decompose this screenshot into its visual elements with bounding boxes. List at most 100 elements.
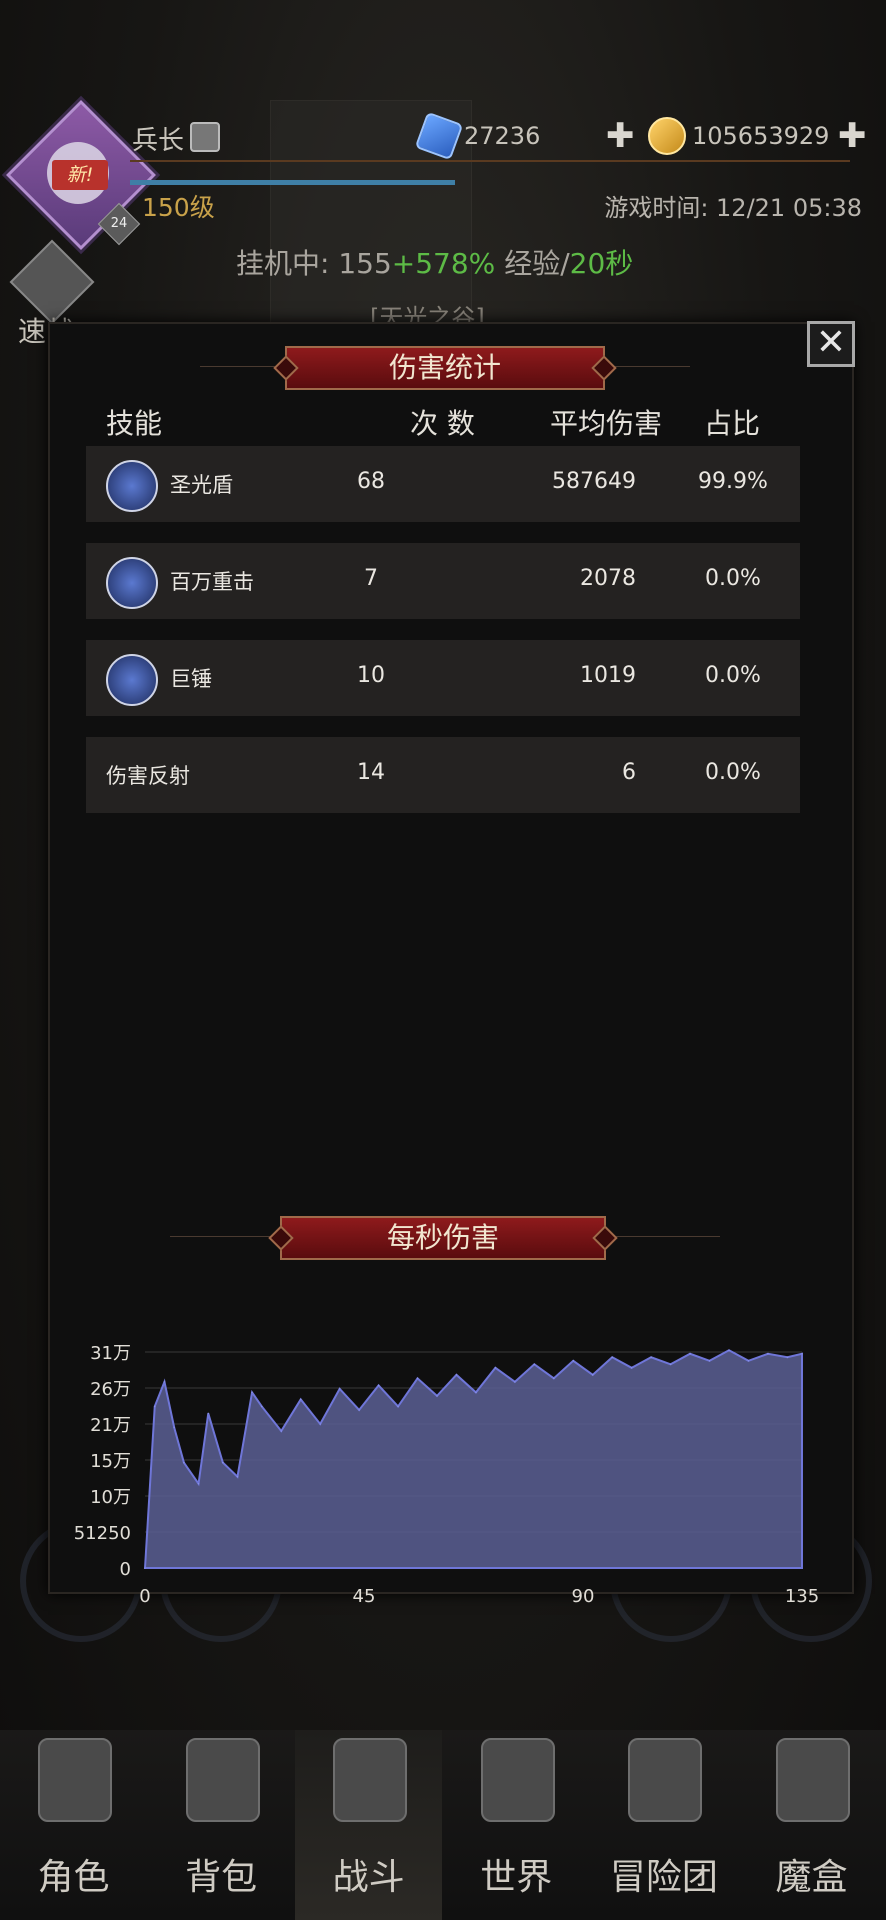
idle-status: 挂机中: 155+578% 经验/20秒 [236,242,633,282]
game-time: 游戏时间: 12/21 05:38 [604,194,862,222]
shield-icon [106,460,158,512]
dps-point [173,1426,175,1429]
dps-point [163,1381,166,1383]
skill-name: 圣光盾 [170,473,233,497]
dps-point [416,1377,419,1380]
player-name: 兵长 [132,126,185,156]
table-row: 伤害反射 14 6 0.0% [86,737,800,813]
shield-sword-icon [333,1738,408,1822]
skill-name: 伤害反射 [106,764,190,788]
skill-count: 14 [357,760,385,785]
dps-point [514,1381,516,1383]
skill-percent: 99.9% [698,469,768,494]
skill-avg-damage: 1019 [580,663,636,688]
x-tick-label: 90 [572,1586,595,1607]
header-avg: 平均伤害 [550,407,663,440]
nav-item-2[interactable]: 背包 [148,1730,295,1920]
helmet-icon [38,1738,112,1822]
gold-icon [648,117,686,155]
table-row: 圣光盾 68 587649 99.9% [86,446,800,522]
dps-point [767,1352,769,1355]
dps-point [207,1412,210,1415]
new-badge: 新! [52,160,108,190]
dps-point [475,1391,477,1394]
backpack-icon [185,1738,260,1822]
dps-point [299,1398,302,1401]
dps-point [669,1363,672,1366]
x-tick-label: 0 [139,1586,150,1607]
add-gem-button[interactable]: ✚ [606,116,635,156]
y-tick-label: 10万 [90,1487,131,1508]
header-count: 次 数 [410,407,475,440]
nav-item-3[interactable]: 战斗 [295,1730,443,1920]
skill-name: 巨锤 [170,667,212,691]
nav-item-1[interactable]: 角色 [0,1730,147,1920]
close-button[interactable]: ✕ [807,321,855,367]
table-row: 百万重击 7 2078 0.0% [86,543,800,619]
idle-prefix: 挂机中: 155 [236,247,392,280]
dps-point [436,1395,438,1397]
dps-point [786,1356,789,1359]
cube-icon [776,1738,850,1822]
dps-chart: 0 51250 10万 15万 21万 26万 31万 0 45 90 135 [74,1343,819,1607]
nav-label: 战斗 [332,1857,405,1898]
dps-point [358,1409,360,1411]
dps-point [747,1359,750,1362]
sword-icon [106,654,158,706]
dps-point [338,1388,341,1390]
add-gold-button[interactable]: ✚ [838,116,867,156]
skill-percent: 0.0% [705,760,761,785]
y-tick-label: 31万 [90,1343,131,1364]
bottom-nav: 角色 背包 战斗 世界 冒险团 魔盒 [0,1730,886,1920]
dps-point [591,1374,594,1376]
dps-point [533,1363,536,1366]
dps-point [455,1374,458,1376]
dps-title: 每秒伤害 [280,1216,606,1260]
dps-point [261,1405,263,1408]
nav-label: 世界 [480,1857,553,1898]
gold-counter: 105653929 [648,117,830,155]
exp-frame [130,160,850,162]
idle-mid: 经验/ [495,247,570,280]
y-tick-label: 26万 [90,1379,131,1400]
x-tick-label: 45 [353,1586,376,1607]
gem-value: 27236 [464,122,541,150]
nav-item-4[interactable]: 世界 [443,1730,590,1920]
explosion-icon [106,557,158,609]
gold-value: 105653929 [692,122,830,150]
dps-point [630,1367,633,1369]
edit-icon[interactable] [190,122,220,152]
dps-point [183,1461,185,1464]
skill-avg-damage: 587649 [552,469,636,494]
table-row: 巨锤 10 1019 0.0% [86,640,800,716]
skill-percent: 0.0% [705,566,761,591]
dps-point [236,1475,239,1478]
nav-item-5[interactable]: 冒险团 [590,1730,737,1920]
dps-point [397,1405,399,1408]
idle-bonus: +578% [391,247,496,280]
dps-point [144,1567,146,1569]
panel-title: 伤害统计 [285,346,605,390]
dps-point [377,1384,380,1387]
nav-item-6[interactable]: 魔盒 [738,1730,885,1920]
dps-point [689,1352,691,1355]
dps-point [222,1461,224,1464]
skill-percent: 0.0% [705,663,761,688]
avatar-level-badge: 24 [97,202,141,246]
skill-count: 7 [364,566,378,591]
y-tick-label: 15万 [90,1451,131,1472]
nav-label: 角色 [37,1857,110,1898]
dps-point [650,1356,652,1359]
player-level: 150级 [142,193,215,222]
castle-icon [628,1738,703,1822]
dps-point [280,1430,283,1432]
nav-label: 魔盒 [775,1857,848,1898]
nav-label: 背包 [185,1857,258,1898]
avatar-level-text: 24 [110,216,128,231]
header-pct: 占比 [704,407,761,440]
idle-rate: 20秒 [569,247,634,280]
x-tick-label: 135 [785,1586,819,1607]
dps-point [153,1405,156,1408]
y-tick-label: 21万 [90,1415,131,1436]
y-tick-label: 0 [120,1559,131,1580]
